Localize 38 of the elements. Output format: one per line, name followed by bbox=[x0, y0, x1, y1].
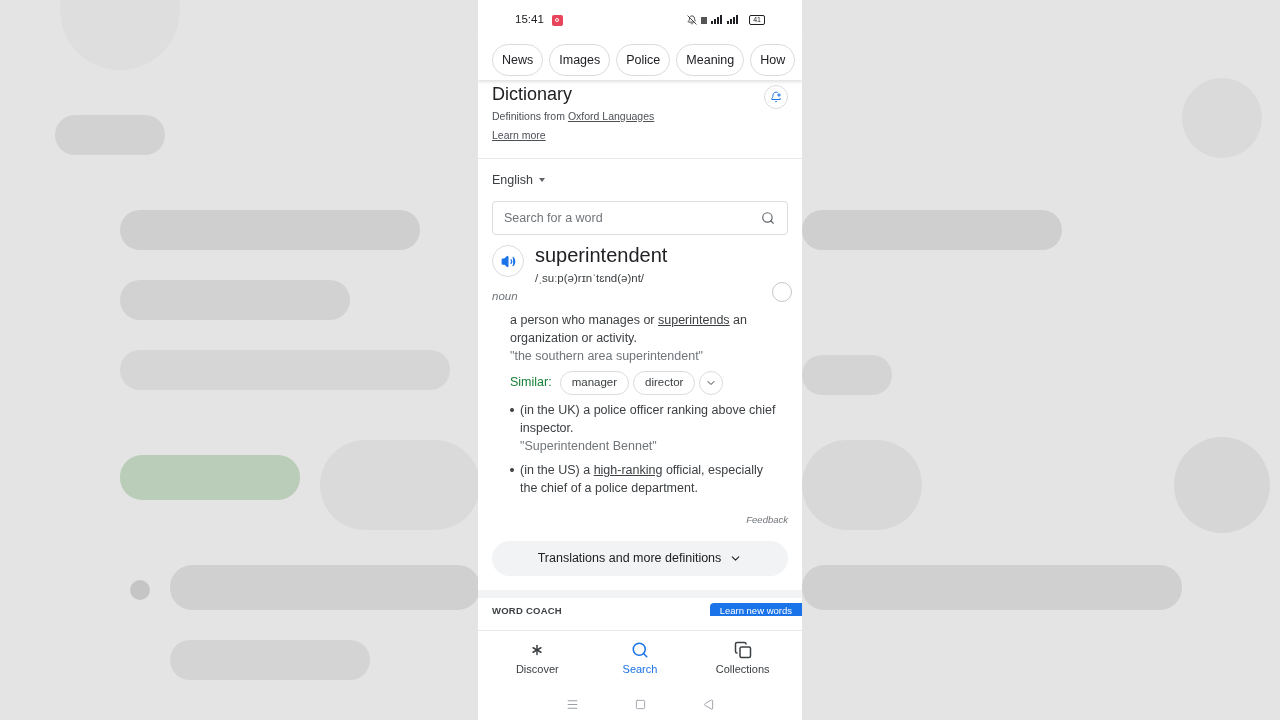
word-coach-title: WORD COACH bbox=[492, 605, 562, 616]
home-icon bbox=[635, 698, 647, 710]
headword: superintendent bbox=[535, 243, 668, 269]
learn-more-link[interactable]: Learn more bbox=[492, 127, 655, 144]
example-text: "the southern area superintendent" bbox=[510, 347, 705, 365]
example-text: "Superintendent Bennet" bbox=[520, 437, 658, 455]
dictionary-title: Dictionary bbox=[492, 84, 574, 104]
definition-link[interactable]: high-ranking bbox=[593, 462, 663, 477]
language-dropdown[interactable]: English bbox=[492, 170, 545, 190]
bell-off-icon bbox=[687, 15, 698, 25]
search-icon bbox=[631, 641, 649, 660]
bookmarks-icon bbox=[733, 641, 752, 660]
learn-words-button[interactable]: Learn new words bbox=[709, 603, 802, 616]
source-text: Definitions from Oxford Languages bbox=[492, 109, 655, 124]
definition-link[interactable]: superintends bbox=[658, 312, 730, 327]
bullet-icon bbox=[510, 467, 514, 472]
part-of-speech: noun bbox=[492, 288, 518, 304]
phonetic-text: /ˌsuːp(ə)rɪnˈtɛnd(ə)nt/ bbox=[535, 271, 646, 287]
back-icon bbox=[702, 698, 714, 710]
similar-label: Similar: bbox=[510, 374, 552, 392]
status-time: 15:41 bbox=[515, 12, 544, 28]
recorder-icon bbox=[551, 14, 563, 26]
definition-text: (in the UK) a police officer ranking above chief inspector. bbox=[520, 401, 777, 437]
speaker-icon bbox=[500, 253, 516, 269]
definition-text: (in the US) a high-ranking official, especially the chief of a police department. bbox=[520, 461, 764, 497]
nav-tab[interactable]: Discover bbox=[492, 641, 583, 678]
bullet-icon bbox=[510, 407, 514, 412]
search-field[interactable]: Search for a word bbox=[492, 201, 788, 236]
nav-tab[interactable]: Collections bbox=[697, 641, 788, 678]
bell-plus-icon bbox=[770, 91, 782, 103]
nav-tab[interactable]: Search bbox=[595, 641, 685, 678]
more-definitions-button[interactable]: Translations and more definitions bbox=[492, 541, 788, 576]
feedback-link[interactable]: Feedback bbox=[746, 512, 788, 527]
definition-text: a person who manages or superintends an organization or activity. bbox=[510, 311, 748, 347]
search-icon bbox=[761, 211, 775, 226]
menu-icon bbox=[566, 697, 580, 711]
caret-icon bbox=[539, 177, 545, 182]
source-link[interactable]: Oxford Languages bbox=[567, 110, 655, 122]
